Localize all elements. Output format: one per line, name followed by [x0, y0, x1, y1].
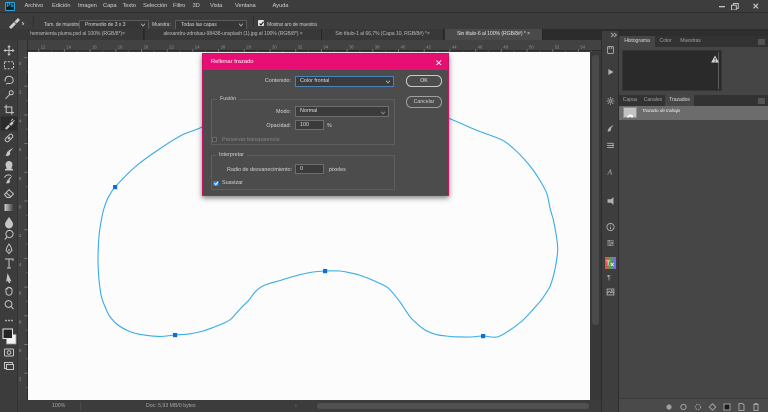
svg-text:0: 0 — [19, 348, 22, 353]
svg-text:14: 14 — [66, 45, 71, 50]
svg-text:48: 48 — [503, 45, 508, 50]
svg-text:16: 16 — [92, 45, 97, 50]
svg-text:4: 4 — [19, 262, 22, 267]
svg-text:40: 40 — [401, 45, 406, 50]
svg-text:0: 0 — [19, 205, 22, 210]
svg-text:A: A — [607, 168, 613, 177]
svg-text:2: 2 — [19, 377, 22, 382]
svg-text:T: T — [606, 261, 611, 268]
svg-text:0: 0 — [19, 61, 22, 66]
svg-text:54: 54 — [580, 45, 585, 50]
svg-text:22: 22 — [169, 45, 174, 50]
svg-text:12: 12 — [41, 45, 46, 50]
svg-text:4: 4 — [19, 118, 22, 123]
svg-text:42: 42 — [426, 45, 431, 50]
svg-text:18: 18 — [118, 45, 123, 50]
svg-text:28: 28 — [246, 45, 251, 50]
svg-text:6: 6 — [19, 291, 22, 296]
svg-text:38: 38 — [375, 45, 380, 50]
svg-text:52: 52 — [555, 45, 560, 50]
svg-text:46: 46 — [478, 45, 483, 50]
svg-text:8: 8 — [19, 176, 22, 181]
svg-text:20: 20 — [144, 45, 149, 50]
svg-text:¶: ¶ — [607, 275, 611, 282]
svg-text:2: 2 — [19, 90, 22, 95]
svg-text:26: 26 — [221, 45, 226, 50]
svg-text:36: 36 — [349, 45, 354, 50]
svg-text:8: 8 — [19, 319, 22, 324]
svg-text:34: 34 — [323, 45, 328, 50]
svg-text:32: 32 — [298, 45, 303, 50]
svg-text:30: 30 — [272, 45, 277, 50]
svg-text:24: 24 — [195, 45, 200, 50]
svg-text:44: 44 — [452, 45, 457, 50]
svg-text:2: 2 — [19, 233, 22, 238]
svg-text:6: 6 — [19, 147, 22, 152]
svg-text:50: 50 — [529, 45, 534, 50]
